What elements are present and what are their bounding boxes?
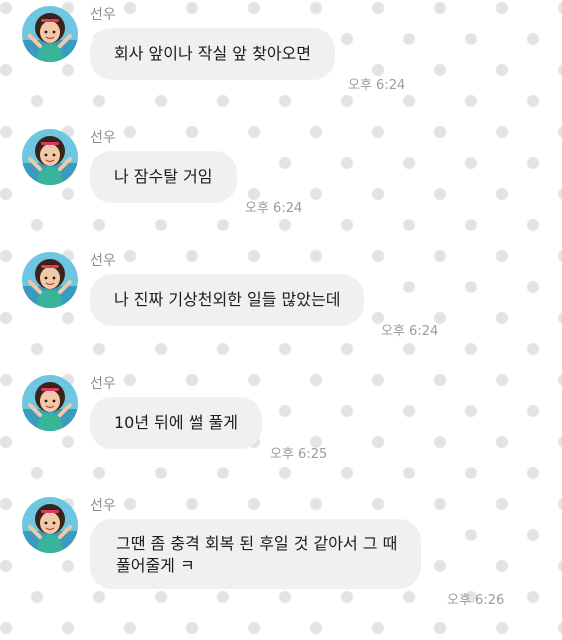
sender-name: 선우 xyxy=(90,376,116,392)
message-bubble[interactable]: 나 잠수탈 거임 xyxy=(90,151,237,203)
sender-name: 선우 xyxy=(90,253,116,269)
avatar[interactable] xyxy=(22,375,78,431)
message-timestamp: 오후 6:24 xyxy=(348,78,406,93)
avatar[interactable] xyxy=(22,6,78,62)
sender-name: 선우 xyxy=(90,498,116,514)
avatar[interactable] xyxy=(22,497,78,553)
message-bubble[interactable]: 10년 뒤에 썰 풀게 xyxy=(90,397,262,449)
message-bubble[interactable]: 나 진짜 기상천외한 일들 많았는데 xyxy=(90,274,365,326)
message-bubble[interactable]: 그땐 좀 충격 회복 된 후일 것 같아서 그 때 풀어줄게 ㅋ xyxy=(90,519,422,589)
message-bubble[interactable]: 회사 앞이나 작실 앞 찾아오면 xyxy=(90,28,335,80)
chat-feed: 선우 회사 앞이나 작실 앞 찾아오면 오후 6:24 선우 나 잠수탈 거임 xyxy=(0,0,562,640)
message-timestamp: 오후 6:24 xyxy=(381,324,439,339)
avatar[interactable] xyxy=(22,129,78,185)
message-timestamp: 오후 6:24 xyxy=(245,201,303,216)
sender-name: 선우 xyxy=(90,130,116,146)
message-timestamp: 오후 6:26 xyxy=(447,593,505,608)
message-timestamp: 오후 6:25 xyxy=(270,447,328,462)
sender-name: 선우 xyxy=(90,7,116,23)
avatar[interactable] xyxy=(22,252,78,308)
